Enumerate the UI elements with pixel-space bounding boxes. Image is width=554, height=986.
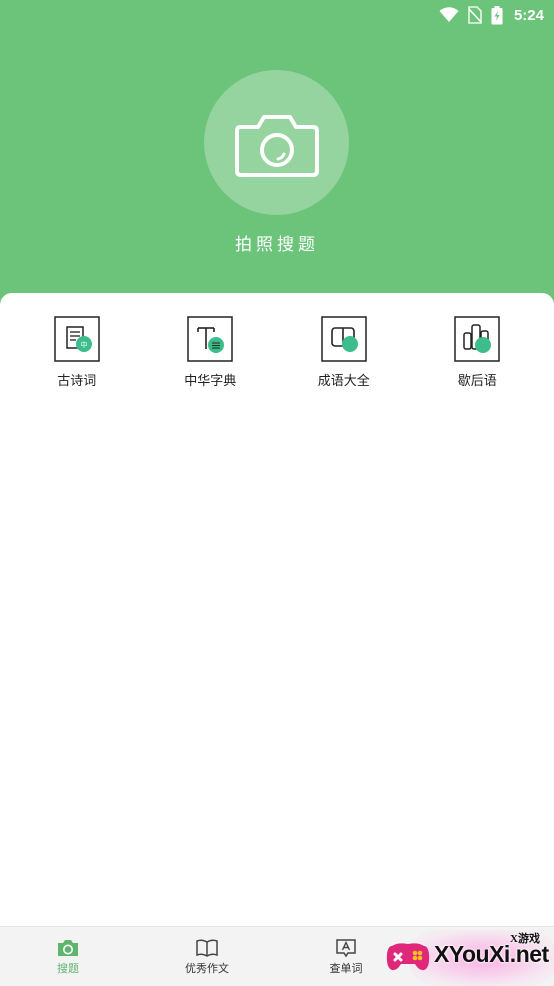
camera-icon — [234, 114, 319, 177]
nav-label: 优秀作文 — [185, 962, 229, 975]
poem-icon: 中 — [54, 316, 100, 362]
gamepad-logo-icon — [386, 943, 430, 971]
wifi-icon — [439, 7, 459, 22]
book-icon — [196, 939, 218, 957]
saying-icon — [454, 316, 500, 362]
feature-row: 中 古诗词 中华字典 成语大全 歇后语 — [0, 316, 554, 389]
watermark: X游戏 XYouXi.net — [380, 926, 554, 986]
svg-text:中: 中 — [80, 340, 87, 349]
status-time: 5:24 — [513, 6, 544, 24]
watermark-text: XYouXi.net — [434, 941, 549, 967]
feature-idioms[interactable]: 成语大全 — [289, 316, 399, 389]
nav-item-search[interactable]: 搜题 — [18, 927, 118, 986]
status-bar: 5:24 — [439, 4, 544, 26]
feature-sayings[interactable]: 歇后语 — [422, 316, 532, 389]
feature-label: 中华字典 — [184, 374, 237, 389]
feature-label: 歇后语 — [457, 374, 497, 389]
idiom-icon — [321, 316, 367, 362]
feature-card: 中 古诗词 中华字典 成语大全 歇后语 — [0, 293, 554, 926]
no-sim-icon — [468, 6, 482, 24]
word-lookup-icon — [336, 939, 356, 958]
feature-label: 成语大全 — [317, 374, 370, 389]
nav-label: 查单词 — [329, 962, 363, 975]
nav-label: 搜题 — [57, 962, 79, 975]
header: 5:24 拍照搜题 — [0, 0, 554, 310]
feature-dictionary[interactable]: 中华字典 — [155, 316, 265, 389]
camera-search-icon — [58, 940, 78, 956]
nav-item-essays[interactable]: 优秀作文 — [157, 927, 257, 986]
photo-search-button[interactable] — [204, 70, 349, 215]
battery-charging-icon — [491, 5, 503, 24]
feature-poems[interactable]: 中 古诗词 — [22, 316, 132, 389]
feature-label: 古诗词 — [57, 374, 97, 389]
dictionary-icon — [187, 316, 233, 362]
photo-search-label: 拍照搜题 — [235, 235, 319, 255]
